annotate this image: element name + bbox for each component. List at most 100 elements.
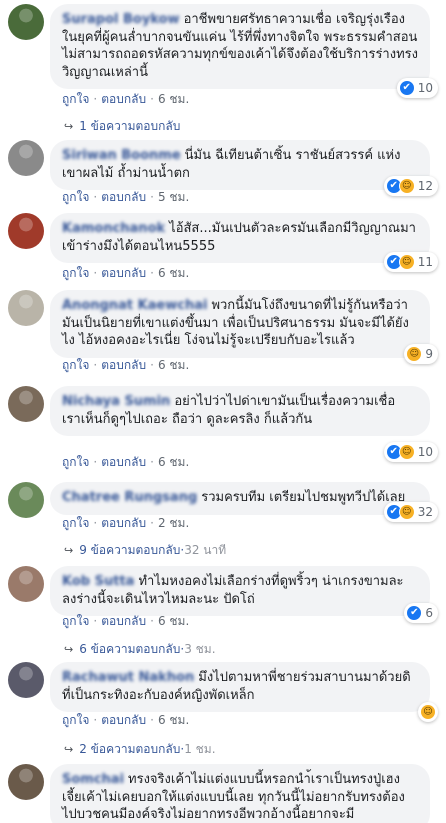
comment-feed: Surapol Boykow อาชีพขายศรัทธาความเชื่อ เจ… xyxy=(0,0,446,823)
comment-timestamp[interactable]: 2 ชม. xyxy=(158,516,189,530)
commenter-name[interactable]: Kamonchanok xyxy=(62,221,165,236)
reaction-count: 12 xyxy=(417,179,433,193)
reaction-count: 9 xyxy=(425,347,433,361)
reply-link[interactable]: ตอบกลับ xyxy=(101,455,146,469)
replies-count-label[interactable]: 9 ข้อความตอบกลับ xyxy=(79,543,180,557)
comment-bubble: Kob Sutta ทำไมหงอคงไม่เลือกร่างที่ดูพริ้ว… xyxy=(50,566,430,616)
avatar[interactable] xyxy=(8,290,44,326)
comment-actions: ถูกใจ · ตอบกลับ · 5 ชม. xyxy=(62,188,189,207)
view-replies-link[interactable]: ↪ 1 ข้อความตอบกลับ xyxy=(64,117,180,136)
reaction-summary[interactable]: ✔ 10 xyxy=(396,78,438,98)
separator-dot: · xyxy=(93,266,98,280)
comment-timestamp[interactable]: 6 ชม. xyxy=(158,713,189,727)
comment-timestamp[interactable]: 6 ชม. xyxy=(158,92,189,106)
avatar[interactable] xyxy=(8,140,44,176)
reply-link[interactable]: ตอบกลับ xyxy=(101,358,146,372)
reaction-count: 10 xyxy=(417,81,433,95)
avatar[interactable] xyxy=(8,482,44,518)
commenter-name[interactable]: Somchai xyxy=(62,772,124,787)
commenter-name[interactable]: Surapol Boykow xyxy=(62,12,180,27)
reaction-count: 10 xyxy=(417,445,433,459)
separator-dot: · xyxy=(150,614,154,628)
comment-bubble: Somchai ทรงจริงเค้าไม่แต่งแบบนี้หรอกนำ้เร… xyxy=(50,764,430,823)
like-link[interactable]: ถูกใจ xyxy=(62,266,89,280)
like-link[interactable]: ถูกใจ xyxy=(62,713,89,727)
separator-dot: · xyxy=(93,190,98,204)
comment-bubble: Nichaya Sumin อย่าไปว่าไปด่าเขามันเป็นเรื… xyxy=(50,386,430,436)
separator-dot: · xyxy=(150,358,154,372)
separator-dot: · xyxy=(93,614,98,628)
reply-link[interactable]: ตอบกลับ xyxy=(101,266,146,280)
haha-icon: ☺ xyxy=(398,444,415,460)
replies-timestamp: 1 ชม. xyxy=(184,742,216,756)
haha-icon: ☺ xyxy=(420,704,436,720)
avatar[interactable] xyxy=(8,4,44,40)
reply-link[interactable]: ตอบกลับ xyxy=(101,516,146,530)
separator-dot: · xyxy=(150,92,154,106)
commenter-name[interactable]: Chatree Rungsang xyxy=(62,490,197,505)
like-link[interactable]: ถูกใจ xyxy=(62,190,89,204)
commenter-name[interactable]: Anongnat Kaewchai xyxy=(62,298,207,313)
reaction-summary[interactable]: ✔ ☺ 11 xyxy=(383,252,438,272)
replies-count-label[interactable]: 6 ข้อความตอบกลับ xyxy=(79,642,180,656)
comment-timestamp[interactable]: 6 ชม. xyxy=(158,614,189,628)
separator-dot: · xyxy=(93,92,98,106)
haha-icon: ☺ xyxy=(398,504,415,520)
avatar[interactable] xyxy=(8,566,44,602)
comment-bubble: Anongnat Kaewchai พวกนี้มันโง่ถึงขนาดที่ไ… xyxy=(50,290,430,358)
separator-dot: · xyxy=(150,190,154,204)
like-link[interactable]: ถูกใจ xyxy=(62,516,89,530)
view-replies-link[interactable]: ↪ 9 ข้อความตอบกลับ·32 นาที xyxy=(64,541,226,560)
like-link[interactable]: ถูกใจ xyxy=(62,358,89,372)
separator-dot: · xyxy=(93,713,98,727)
reaction-summary[interactable]: ✔ ☺ 32 xyxy=(383,502,438,522)
comment-actions: ถูกใจ · ตอบกลับ · 2 ชม. xyxy=(62,514,189,533)
separator-dot: · xyxy=(150,266,154,280)
like-link[interactable]: ถูกใจ xyxy=(62,614,89,628)
reaction-summary[interactable]: ✔ ☺ 12 xyxy=(383,176,438,196)
like-icon: ✔ xyxy=(406,605,423,621)
commenter-name[interactable]: Kob Sutta xyxy=(62,574,134,589)
separator-dot: · xyxy=(93,455,98,469)
comment-timestamp[interactable]: 6 ชม. xyxy=(158,266,189,280)
comment-bubble: Surapol Boykow อาชีพขายศรัทธาความเชื่อ เจ… xyxy=(50,4,430,89)
comment-actions: ถูกใจ · ตอบกลับ · 6 ชม. xyxy=(62,711,189,730)
reaction-summary[interactable]: ✔ ☺ 10 xyxy=(383,442,438,462)
reply-arrow-icon: ↪ xyxy=(64,643,74,656)
reply-link[interactable]: ตอบกลับ xyxy=(101,713,146,727)
comment-actions: ถูกใจ · ตอบกลับ · 6 ชม. xyxy=(62,612,189,631)
comment-actions: ถูกใจ · ตอบกลับ · 6 ชม. xyxy=(62,356,189,375)
separator-dot: · xyxy=(150,713,154,727)
comment-timestamp[interactable]: 5 ชม. xyxy=(158,190,189,204)
reaction-summary[interactable]: ☺ xyxy=(418,702,438,722)
commenter-name[interactable]: Nichaya Sumin xyxy=(62,394,170,409)
avatar[interactable] xyxy=(8,662,44,698)
reply-arrow-icon: ↪ xyxy=(64,544,74,557)
comment-actions: ถูกใจ · ตอบกลับ · 6 ชม. xyxy=(62,264,189,283)
separator-dot: · xyxy=(150,516,154,530)
replies-count-label[interactable]: 2 ข้อความตอบกลับ xyxy=(79,742,180,756)
comment-text: รวมครบทีม เตรียมไปชมพูทวีปได้เลย xyxy=(201,490,406,505)
replies-count-label[interactable]: 1 ข้อความตอบกลับ xyxy=(79,119,180,133)
like-link[interactable]: ถูกใจ xyxy=(62,92,89,106)
comment-bubble: Rachawut Nakhon มึงไปตามหาพี่ชายร่วมสาบาน… xyxy=(50,662,430,712)
avatar[interactable] xyxy=(8,213,44,249)
reply-link[interactable]: ตอบกลับ xyxy=(101,190,146,204)
reply-link[interactable]: ตอบกลับ xyxy=(101,614,146,628)
comment-timestamp[interactable]: 6 ชม. xyxy=(158,358,189,372)
view-replies-link[interactable]: ↪ 6 ข้อความตอบกลับ·3 ชม. xyxy=(64,640,216,659)
like-link[interactable]: ถูกใจ xyxy=(62,455,89,469)
view-replies-link[interactable]: ↪ 2 ข้อความตอบกลับ·1 ชม. xyxy=(64,740,216,759)
separator-dot: · xyxy=(93,358,98,372)
commenter-name[interactable]: Rachawut Nakhon xyxy=(62,670,194,685)
separator-dot: · xyxy=(93,516,98,530)
reply-link[interactable]: ตอบกลับ xyxy=(101,92,146,106)
avatar[interactable] xyxy=(8,764,44,800)
avatar[interactable] xyxy=(8,386,44,422)
reaction-summary[interactable]: ☺ 9 xyxy=(404,344,438,364)
commenter-name[interactable]: Siriwan Boonme xyxy=(62,148,181,163)
comment-bubble: Kamonchanok ไอ้สัส...มันเปนตัวละครมันเลือ… xyxy=(50,213,430,263)
reaction-summary[interactable]: ✔ 6 xyxy=(404,603,438,623)
comment-timestamp[interactable]: 6 ชม. xyxy=(158,455,189,469)
comment-actions: ถูกใจ · ตอบกลับ · 6 ชม. xyxy=(62,90,189,109)
